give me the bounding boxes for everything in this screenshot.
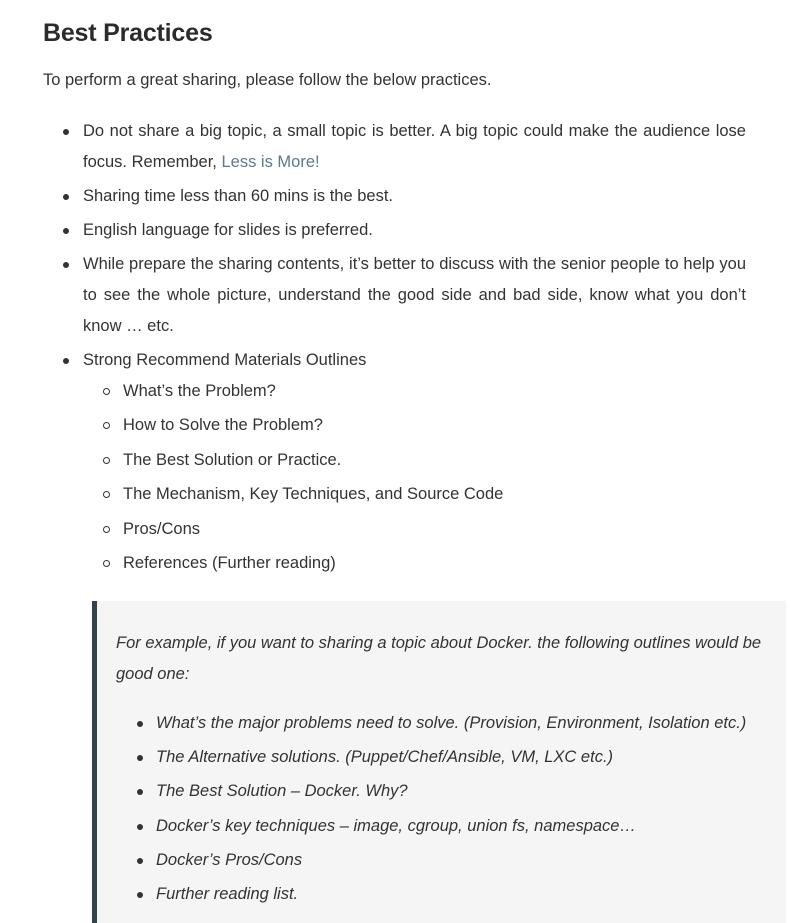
outline-item: What’s the Problem? — [103, 376, 746, 407]
example-intro: For example, if you want to sharing a to… — [116, 633, 762, 683]
example-item: Docker’s Pros/Cons — [137, 845, 766, 876]
outline-item: The Best Solution or Practice. — [103, 445, 746, 476]
intro-paragraph: To perform a great sharing, please follo… — [43, 71, 492, 89]
example-item: Further reading list. — [137, 879, 766, 910]
example-item: What’s the major problems need to solve.… — [137, 708, 766, 739]
example-list: What’s the major problems need to solve.… — [116, 708, 766, 911]
outline-item: The Mechanism, Key Techniques, and Sourc… — [103, 479, 746, 510]
list-item-text: Do not share a big topic, a small topic … — [83, 122, 746, 171]
outline-item: References (Further reading) — [103, 548, 746, 579]
example-item: Docker’s key techniques – image, cgroup,… — [137, 811, 766, 842]
less-is-more-link[interactable]: Less is More! — [221, 153, 319, 171]
section-heading: Best Practices — [43, 19, 213, 47]
example-blockquote: For example, if you want to sharing a to… — [92, 600, 786, 923]
outline-item: Pros/Cons — [103, 514, 746, 545]
list-item: While prepare the sharing contents, it’s… — [63, 249, 746, 342]
outline-item: How to Solve the Problem? — [103, 410, 746, 441]
outlines-list: What’s the Problem? How to Solve the Pro… — [83, 376, 746, 579]
example-item: The Best Solution – Docker. Why? — [137, 776, 766, 807]
list-item: English language for slides is preferred… — [63, 215, 746, 246]
document-page: Best Practices To perform a great sharin… — [0, 0, 804, 923]
practices-list: Do not share a big topic, a small topic … — [43, 116, 746, 582]
list-item: Sharing time less than 60 mins is the be… — [63, 181, 746, 212]
list-item-text: Strong Recommend Materials Outlines — [83, 351, 367, 369]
example-item: The Alternative solutions. (Puppet/Chef/… — [137, 742, 766, 773]
list-item: Strong Recommend Materials Outlines What… — [63, 345, 746, 579]
list-item: Do not share a big topic, a small topic … — [63, 116, 746, 178]
